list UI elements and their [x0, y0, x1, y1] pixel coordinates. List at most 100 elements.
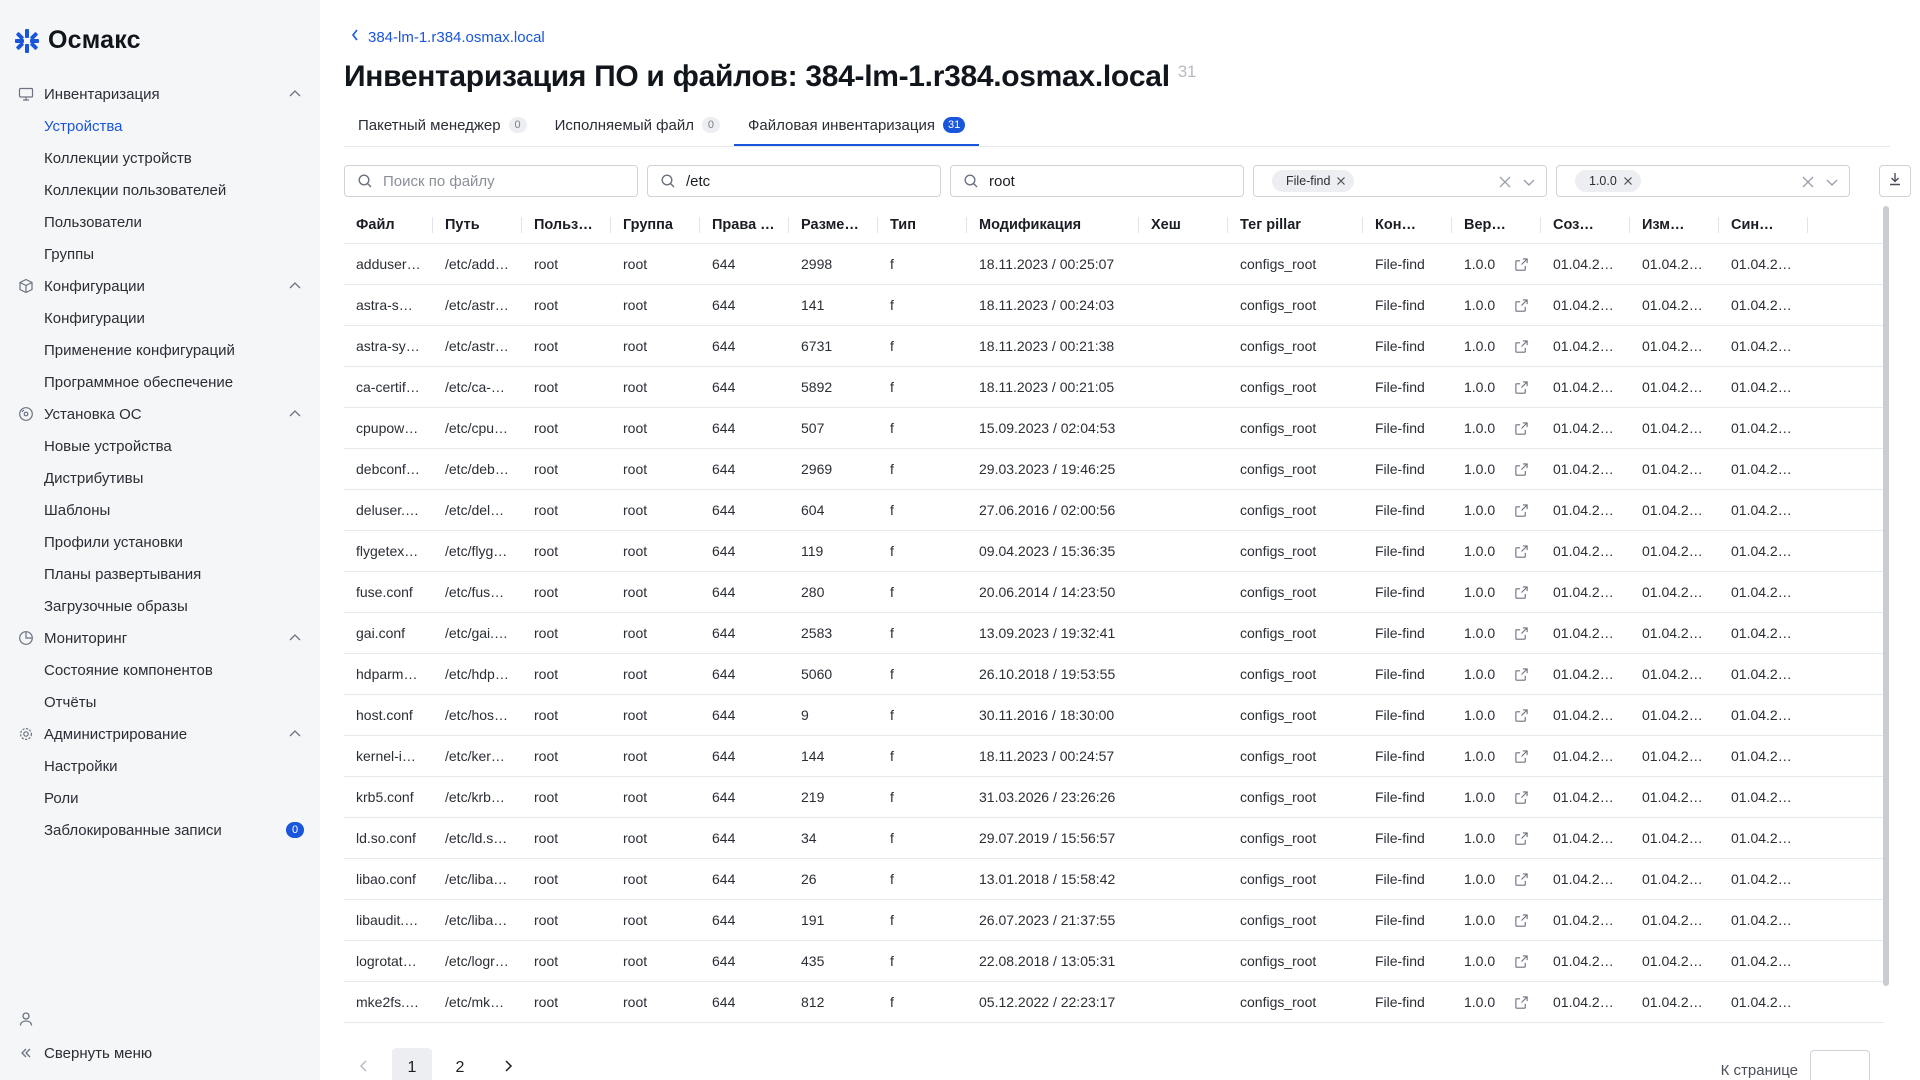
- tab-2[interactable]: Файловая инвентаризация 31: [733, 106, 980, 146]
- table-row[interactable]: astra-s… /etc/astr… root root 644 141 f 18.11.2…: [344, 285, 1884, 326]
- table-row[interactable]: cpupow… /etc/cpu… root root 644 507 f 15.09.202…: [344, 408, 1884, 449]
- column-header[interactable]: Файл: [344, 206, 433, 244]
- column-header[interactable]: Польз…: [522, 206, 611, 244]
- table-row[interactable]: astra-sy… /etc/astr… root root 644 6731 f 18.11…: [344, 326, 1884, 367]
- clear-icon[interactable]: [1498, 175, 1512, 189]
- breadcrumb[interactable]: 384-lm-1.r384.osmax.local: [350, 28, 545, 46]
- table-row[interactable]: host.conf/etc/hos… root root 644 9 f 30.11.201…: [344, 695, 1884, 736]
- path-search-input[interactable]: [686, 172, 906, 190]
- column-header[interactable]: Син…: [1719, 206, 1808, 244]
- nav-group-4[interactable]: Администрирование: [0, 718, 320, 750]
- table-row[interactable]: debconf… /etc/deb… root root 644 2969 f 29.03.2…: [344, 449, 1884, 490]
- clear-icon[interactable]: [1801, 175, 1815, 189]
- external-link-icon[interactable]: [1514, 503, 1529, 518]
- table-row[interactable]: ca-certif… /etc/ca-… root root 644 5892 f 18.11…: [344, 367, 1884, 408]
- external-link-icon[interactable]: [1514, 380, 1529, 395]
- column-header[interactable]: Вер…: [1452, 206, 1541, 244]
- sidebar-item-3-1[interactable]: Отчёты: [0, 686, 320, 718]
- sidebar-item-4-0[interactable]: Настройки: [0, 750, 320, 782]
- chip-remove-icon[interactable]: [1623, 176, 1633, 186]
- table-row[interactable]: libao.conf/etc/liba… root root 644 26 f 13.01.…: [344, 859, 1884, 900]
- sidebar-item-0-0[interactable]: Устройства: [0, 110, 320, 142]
- user-search-field[interactable]: [950, 165, 1244, 197]
- column-header[interactable]: Разме…: [789, 206, 878, 244]
- sidebar-item-4-2[interactable]: Заблокированные записи 0: [0, 814, 320, 846]
- sidebar-item-0-2[interactable]: Коллекции пользователей: [0, 174, 320, 206]
- external-link-icon[interactable]: [1514, 339, 1529, 354]
- column-header[interactable]: Кон…: [1363, 206, 1452, 244]
- connector-select[interactable]: File-find: [1253, 165, 1547, 197]
- sidebar-item-1-1[interactable]: Применение конфигураций: [0, 334, 320, 366]
- external-link-icon[interactable]: [1514, 790, 1529, 805]
- user-search-input[interactable]: [989, 172, 1209, 190]
- page-button[interactable]: 1: [392, 1048, 432, 1080]
- table-row[interactable]: krb5.conf/etc/krb… root root 644 219 f 31.03.2…: [344, 777, 1884, 818]
- table-row[interactable]: mke2fs.… /etc/mk… root root 644 812 f 05.12.202…: [344, 982, 1884, 1023]
- profile-button[interactable]: [0, 1002, 320, 1036]
- nav-group-3[interactable]: Мониторинг: [0, 622, 320, 654]
- column-header[interactable]: Права …: [700, 206, 789, 244]
- table-row[interactable]: logrotat… /etc/logr… root root 644 435 f 22.08.…: [344, 941, 1884, 982]
- table-row[interactable]: ld.so.conf/etc/ld.s… root root 644 34 f 29.07.…: [344, 818, 1884, 859]
- download-button[interactable]: [1879, 165, 1911, 197]
- table-row[interactable]: gai.conf/etc/gai.… root root 644 2583 f 13.09.…: [344, 613, 1884, 654]
- external-link-icon[interactable]: [1514, 585, 1529, 600]
- table-row[interactable]: fuse.conf/etc/fus… root root 644 280 f 20.06.2…: [344, 572, 1884, 613]
- external-link-icon[interactable]: [1514, 913, 1529, 928]
- external-link-icon[interactable]: [1514, 831, 1529, 846]
- per-page-select[interactable]: [1810, 1050, 1870, 1080]
- sidebar-item-0-4[interactable]: Группы: [0, 238, 320, 270]
- table-row[interactable]: deluser.… /etc/del… root root 644 604 f 27.06.2…: [344, 490, 1884, 531]
- column-header[interactable]: Тег pillar: [1228, 206, 1363, 244]
- external-link-icon[interactable]: [1514, 872, 1529, 887]
- table-scrollbar[interactable]: [1883, 206, 1889, 986]
- column-header[interactable]: Изм…: [1630, 206, 1719, 244]
- column-header[interactable]: Хеш: [1139, 206, 1228, 244]
- chip-remove-icon[interactable]: [1336, 176, 1346, 186]
- column-header[interactable]: Соз…: [1541, 206, 1630, 244]
- external-link-icon[interactable]: [1514, 257, 1529, 272]
- column-header[interactable]: Модификация: [967, 206, 1139, 244]
- external-link-icon[interactable]: [1514, 995, 1529, 1010]
- file-search-field[interactable]: [344, 165, 638, 197]
- sidebar-item-2-1[interactable]: Дистрибутивы: [0, 462, 320, 494]
- sidebar-item-1-0[interactable]: Конфигурации: [0, 302, 320, 334]
- sidebar-item-1-2[interactable]: Программное обеспечение: [0, 366, 320, 398]
- table-row[interactable]: flygetex… /etc/flyg… root root 644 119 f 09.04.…: [344, 531, 1884, 572]
- version-select[interactable]: 1.0.0: [1556, 165, 1850, 197]
- external-link-icon[interactable]: [1514, 462, 1529, 477]
- chevron-down-icon[interactable]: [1825, 175, 1839, 189]
- sidebar-item-3-0[interactable]: Состояние компонентов: [0, 654, 320, 686]
- external-link-icon[interactable]: [1514, 708, 1529, 723]
- external-link-icon[interactable]: [1514, 749, 1529, 764]
- column-header[interactable]: Группа: [611, 206, 700, 244]
- sidebar-item-2-4[interactable]: Планы развертывания: [0, 558, 320, 590]
- tab-1[interactable]: Исполняемый файл 0: [541, 106, 734, 144]
- external-link-icon[interactable]: [1514, 421, 1529, 436]
- column-header[interactable]: Путь: [433, 206, 522, 244]
- table-row[interactable]: hdparm… /etc/hdp… root root 644 5060 f 26.10.20…: [344, 654, 1884, 695]
- table-row[interactable]: adduser… /etc/add… root root 644 2998 f 18.11.2…: [344, 244, 1884, 285]
- nav-group-0[interactable]: Инвентаризация: [0, 78, 320, 110]
- app-logo[interactable]: Осмакс: [14, 26, 141, 55]
- file-search-input[interactable]: [383, 172, 603, 190]
- sidebar-item-2-3[interactable]: Профили установки: [0, 526, 320, 558]
- table-row[interactable]: libaudit.… /etc/liba… root root 644 191 f 26.07…: [344, 900, 1884, 941]
- path-search-field[interactable]: [647, 165, 941, 197]
- nav-group-1[interactable]: Конфигурации: [0, 270, 320, 302]
- external-link-icon[interactable]: [1514, 544, 1529, 559]
- external-link-icon[interactable]: [1514, 667, 1529, 682]
- collapse-menu-button[interactable]: Свернуть меню: [0, 1036, 320, 1070]
- sidebar-item-2-2[interactable]: Шаблоны: [0, 494, 320, 526]
- sidebar-item-2-5[interactable]: Загрузочные образы: [0, 590, 320, 622]
- external-link-icon[interactable]: [1514, 298, 1529, 313]
- chevron-down-icon[interactable]: [1522, 175, 1536, 189]
- external-link-icon[interactable]: [1514, 954, 1529, 969]
- sidebar-item-4-1[interactable]: Роли: [0, 782, 320, 814]
- next-page-button[interactable]: [488, 1048, 528, 1080]
- tab-0[interactable]: Пакетный менеджер 0: [344, 106, 541, 144]
- column-header[interactable]: Тип: [878, 206, 967, 244]
- sidebar-item-2-0[interactable]: Новые устройства: [0, 430, 320, 462]
- sidebar-item-0-3[interactable]: Пользователи: [0, 206, 320, 238]
- prev-page-button[interactable]: [344, 1048, 384, 1080]
